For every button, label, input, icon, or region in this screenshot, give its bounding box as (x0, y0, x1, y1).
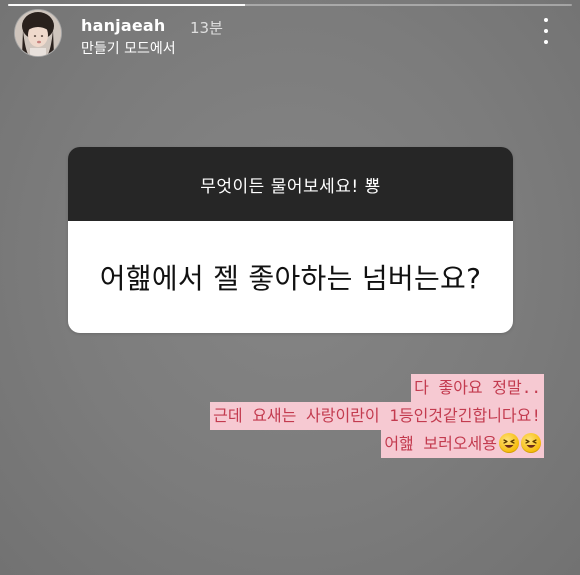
reply-line: 근데 요새는 사랑이란이 1등인것같긴합니다요! (210, 402, 544, 430)
more-dot (544, 29, 548, 33)
reply-line: 어햂 보러오세용 (210, 430, 544, 458)
story-progress-bar (8, 4, 572, 6)
story-background: hanjaeah 13분 만들기 모드에서 무엇이든 물어보세요! 뿅 어햂에서… (0, 0, 580, 575)
reply-line-text: 어햂 보러오세용 (384, 434, 497, 453)
story-header: hanjaeah 13분 만들기 모드에서 (15, 8, 560, 58)
question-text: 어햂에서 젤 좋아하는 넘버는요? (68, 221, 513, 333)
create-mode-label: 만들기 모드에서 (81, 41, 176, 57)
username[interactable]: hanjaeah (81, 16, 166, 35)
reply-line-text: 근데 요새는 사랑이란이 1등인것같긴합니다요! (210, 402, 544, 430)
avatar[interactable] (15, 10, 61, 56)
laughing-squint-emoji-icon (521, 433, 541, 453)
more-dot (544, 18, 548, 22)
reply-line-text: 다 좋아요 정말.. (411, 374, 544, 402)
reply-line-with-emoji: 어햂 보러오세용 (381, 430, 544, 458)
story-progress-fill (8, 4, 245, 6)
question-sticker: 무엇이든 물어보세요! 뿅 어햂에서 젤 좋아하는 넘버는요? (68, 147, 513, 333)
avatar-image (15, 10, 61, 56)
more-vertical-icon[interactable] (536, 18, 556, 44)
reply-text-block: 다 좋아요 정말.. 근데 요새는 사랑이란이 1등인것같긴합니다요! 어햂 보… (210, 374, 544, 458)
more-dot (544, 40, 548, 44)
timestamp: 13분 (190, 19, 223, 37)
question-prompt: 무엇이든 물어보세요! 뿅 (68, 147, 513, 221)
reply-line: 다 좋아요 정말.. (210, 374, 544, 402)
laughing-squint-emoji-icon (499, 433, 519, 453)
